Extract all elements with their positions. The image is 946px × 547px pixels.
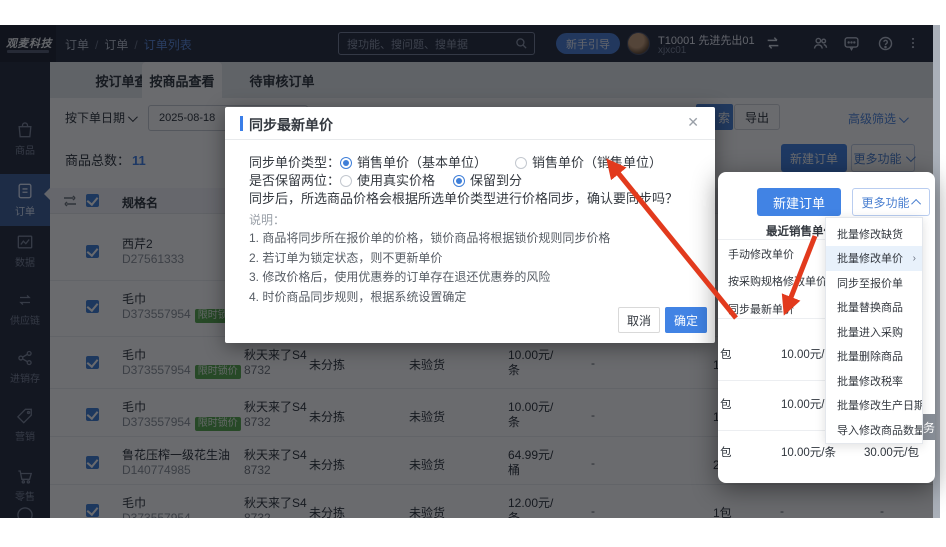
divider xyxy=(718,239,825,240)
keep-decimals-row: 是否保留两位：使用真实价格保留到分 xyxy=(249,170,522,189)
cancel-button[interactable]: 取消 xyxy=(618,307,660,333)
confirm-message: 同步后，所选商品价格会根据所选单价类型进行价格同步，确认要同步吗？ xyxy=(249,188,678,207)
note-line: 1. 商品将同步所在报价单的价格，锁价商品将根据锁价规则同步价格 xyxy=(249,229,610,249)
title-accent-bar xyxy=(240,116,243,131)
quantity-fragment: 包 xyxy=(720,444,732,460)
notes-list: 1. 商品将同步所在报价单的价格，锁价商品将根据锁价规则同步价格2. 若订单为锁… xyxy=(249,229,610,307)
radio-use-real-price[interactable]: 使用真实价格 xyxy=(340,173,435,188)
dialog-title: 同步最新单价 xyxy=(249,115,333,135)
price-fragment: 10.00元/ xyxy=(781,396,824,412)
price-type-row: 同步单价类型：销售单价（基本单位）销售单价（销售单位） xyxy=(249,152,662,171)
close-icon[interactable]: ✕ xyxy=(687,114,699,131)
price-fragment: 30.00元/包 xyxy=(864,444,919,460)
note-line: 2. 若订单为锁定状态，则不更新单价 xyxy=(249,249,610,269)
radio-sale-price-sale-unit[interactable]: 销售单价（销售单位） xyxy=(515,155,662,170)
note-line: 3. 修改价格后，使用优惠券的订单存在退还优惠券的风险 xyxy=(249,268,610,288)
menu-item-2[interactable]: 批量修改单价› xyxy=(826,246,922,271)
menu-item-edit-by-purchase-spec[interactable]: 按采购规格修改单价 xyxy=(728,273,827,289)
quantity-fragment: 包 xyxy=(720,346,732,362)
price-fragment: 10.00元/ xyxy=(781,346,824,362)
more-functions-button[interactable]: 更多功能 xyxy=(852,188,930,216)
confirm-button[interactable]: 确定 xyxy=(665,307,707,333)
menu-item-9[interactable]: 导入修改商品数量 xyxy=(826,417,922,442)
chevron-up-icon xyxy=(911,198,921,208)
menu-item-4[interactable]: 批量替换商品 xyxy=(826,295,922,320)
menu-item-7[interactable]: 批量修改税率 xyxy=(826,368,922,393)
menu-item-3[interactable]: 同步至报价单 xyxy=(826,270,922,295)
note-line: 4. 时价商品同步规则，根据系统设置确定 xyxy=(249,288,610,308)
radio-sale-price-base-unit[interactable]: 销售单价（基本单位） xyxy=(340,155,487,170)
divider xyxy=(718,430,825,431)
radio-keep-to-cent[interactable]: 保留到分 xyxy=(453,173,522,188)
price-fragment: 10.00元/条 xyxy=(781,444,836,460)
screenshot-stage: 观麦科技 订单/订单/订单列表 搜功能、搜问题、搜单据 新手引导 T10001 … xyxy=(0,0,946,547)
menu-item-manual-edit-price[interactable]: 手动修改单价 xyxy=(728,246,794,262)
radio-unchecked-icon xyxy=(340,175,352,187)
radio-checked-icon xyxy=(453,175,465,187)
more-functions-menu: 批量修改缺货批量修改单价›同步至报价单批量替换商品批量进入采购批量删除商品批量修… xyxy=(825,217,923,444)
sync-latest-price-dialog: 同步最新单价 ✕ 同步单价类型：销售单价（基本单位）销售单价（销售单位） 是否保… xyxy=(225,107,715,343)
dialog-header: 同步最新单价 ✕ xyxy=(225,107,715,140)
menu-item-8[interactable]: 批量修改生产日期 xyxy=(826,393,922,418)
menu-callout-panel: 新建订单 更多功能 最近销售单价 手动修改单价按采购规格修改单价同步最新单价 包… xyxy=(718,172,935,483)
notes-title: 说明： xyxy=(249,211,285,228)
radio-unchecked-icon xyxy=(515,157,527,169)
divider xyxy=(718,380,825,381)
quantity-fragment: 包 xyxy=(720,396,732,412)
submenu-arrow-icon: › xyxy=(913,253,916,264)
menu-item-6[interactable]: 批量删除商品 xyxy=(826,344,922,369)
menu-item-sync-latest-price[interactable]: 同步最新单价 xyxy=(728,301,794,317)
divider xyxy=(718,318,825,319)
radio-checked-icon xyxy=(340,157,352,169)
new-order-button[interactable]: 新建订单 xyxy=(757,188,841,216)
menu-item-5[interactable]: 批量进入采购 xyxy=(826,319,922,344)
menu-item-1[interactable]: 批量修改缺货 xyxy=(826,221,922,246)
